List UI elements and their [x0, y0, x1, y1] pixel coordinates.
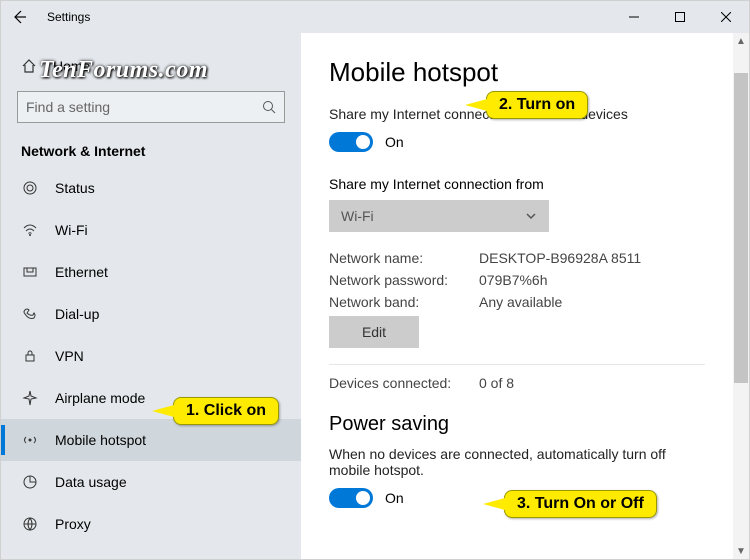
close-button[interactable]: [703, 1, 749, 33]
back-button[interactable]: [9, 7, 29, 27]
nav-item-hotspot[interactable]: Mobile hotspot: [1, 419, 301, 461]
minimize-button[interactable]: [611, 1, 657, 33]
search-icon: [262, 100, 276, 114]
wifi-icon: [21, 222, 39, 238]
from-dropdown[interactable]: Wi-Fi: [329, 200, 549, 232]
page-title: Mobile hotspot: [329, 57, 705, 88]
nav-item-vpn[interactable]: VPN: [1, 335, 301, 377]
hotspot-icon: [21, 432, 39, 448]
nav-item-label: VPN: [55, 348, 84, 364]
scroll-down-icon[interactable]: ▼: [735, 545, 747, 557]
nav-group-title: Network & Internet: [21, 143, 285, 159]
airplane-icon: [21, 390, 39, 406]
dialup-icon: [21, 306, 39, 322]
datausage-icon: [21, 474, 39, 490]
nav-item-label: Airplane mode: [55, 390, 145, 406]
search-placeholder: Find a setting: [26, 99, 110, 115]
nav-item-label: Proxy: [55, 516, 91, 532]
ethernet-icon: [21, 264, 39, 280]
devices-value: 0 of 8: [479, 375, 514, 391]
window-title: Settings: [47, 10, 90, 24]
net-band-label: Network band:: [329, 294, 479, 310]
callout-3: 3. Turn On or Off: [504, 490, 657, 518]
net-pass-value: 079B7%6h: [479, 272, 548, 288]
nav-item-proxy[interactable]: Proxy: [1, 503, 301, 545]
home-icon: [21, 58, 37, 74]
share-toggle-label: On: [385, 134, 404, 150]
scroll-thumb[interactable]: [734, 73, 748, 383]
power-section-title: Power saving: [329, 413, 705, 436]
devices-label: Devices connected:: [329, 375, 479, 391]
net-name-value: DESKTOP-B96928A 8511: [479, 250, 641, 266]
search-input[interactable]: Find a setting: [17, 91, 285, 123]
nav-item-label: Dial-up: [55, 306, 99, 322]
proxy-icon: [21, 516, 39, 532]
sidebar: Home Find a setting Network & Internet S…: [1, 33, 301, 559]
nav-item-label: Status: [55, 180, 95, 196]
status-icon: [21, 180, 39, 196]
vpn-icon: [21, 348, 39, 364]
callout-1: 1. Click on: [173, 397, 279, 425]
nav-home-label: Home: [53, 58, 90, 74]
share-toggle[interactable]: [329, 132, 373, 152]
nav-item-ethernet[interactable]: Ethernet: [1, 251, 301, 293]
power-toggle-label: On: [385, 490, 404, 506]
nav-item-label: Wi-Fi: [55, 222, 88, 238]
nav-item-status[interactable]: Status: [1, 167, 301, 209]
from-value: Wi-Fi: [341, 208, 374, 224]
edit-button[interactable]: Edit: [329, 316, 419, 348]
nav-item-dialup[interactable]: Dial-up: [1, 293, 301, 335]
scrollbar[interactable]: ▲ ▼: [733, 33, 749, 559]
nav-item-label: Data usage: [55, 474, 127, 490]
net-name-label: Network name:: [329, 250, 479, 266]
from-label: Share my Internet connection from: [329, 176, 705, 192]
nav-home[interactable]: Home: [17, 47, 285, 85]
scroll-up-icon[interactable]: ▲: [735, 35, 747, 47]
callout-2: 2. Turn on: [486, 91, 588, 119]
nav-item-label: Mobile hotspot: [55, 432, 146, 448]
nav-item-wifi[interactable]: Wi-Fi: [1, 209, 301, 251]
maximize-button[interactable]: [657, 1, 703, 33]
nav-item-label: Ethernet: [55, 264, 108, 280]
titlebar: Settings: [1, 1, 749, 33]
nav-item-datausage[interactable]: Data usage: [1, 461, 301, 503]
net-band-value: Any available: [479, 294, 562, 310]
chevron-down-icon: [525, 210, 537, 222]
power-toggle[interactable]: [329, 488, 373, 508]
net-pass-label: Network password:: [329, 272, 479, 288]
power-description: When no devices are connected, automatic…: [329, 446, 705, 478]
settings-window: Settings Home Find a setting Network & I…: [0, 0, 750, 560]
